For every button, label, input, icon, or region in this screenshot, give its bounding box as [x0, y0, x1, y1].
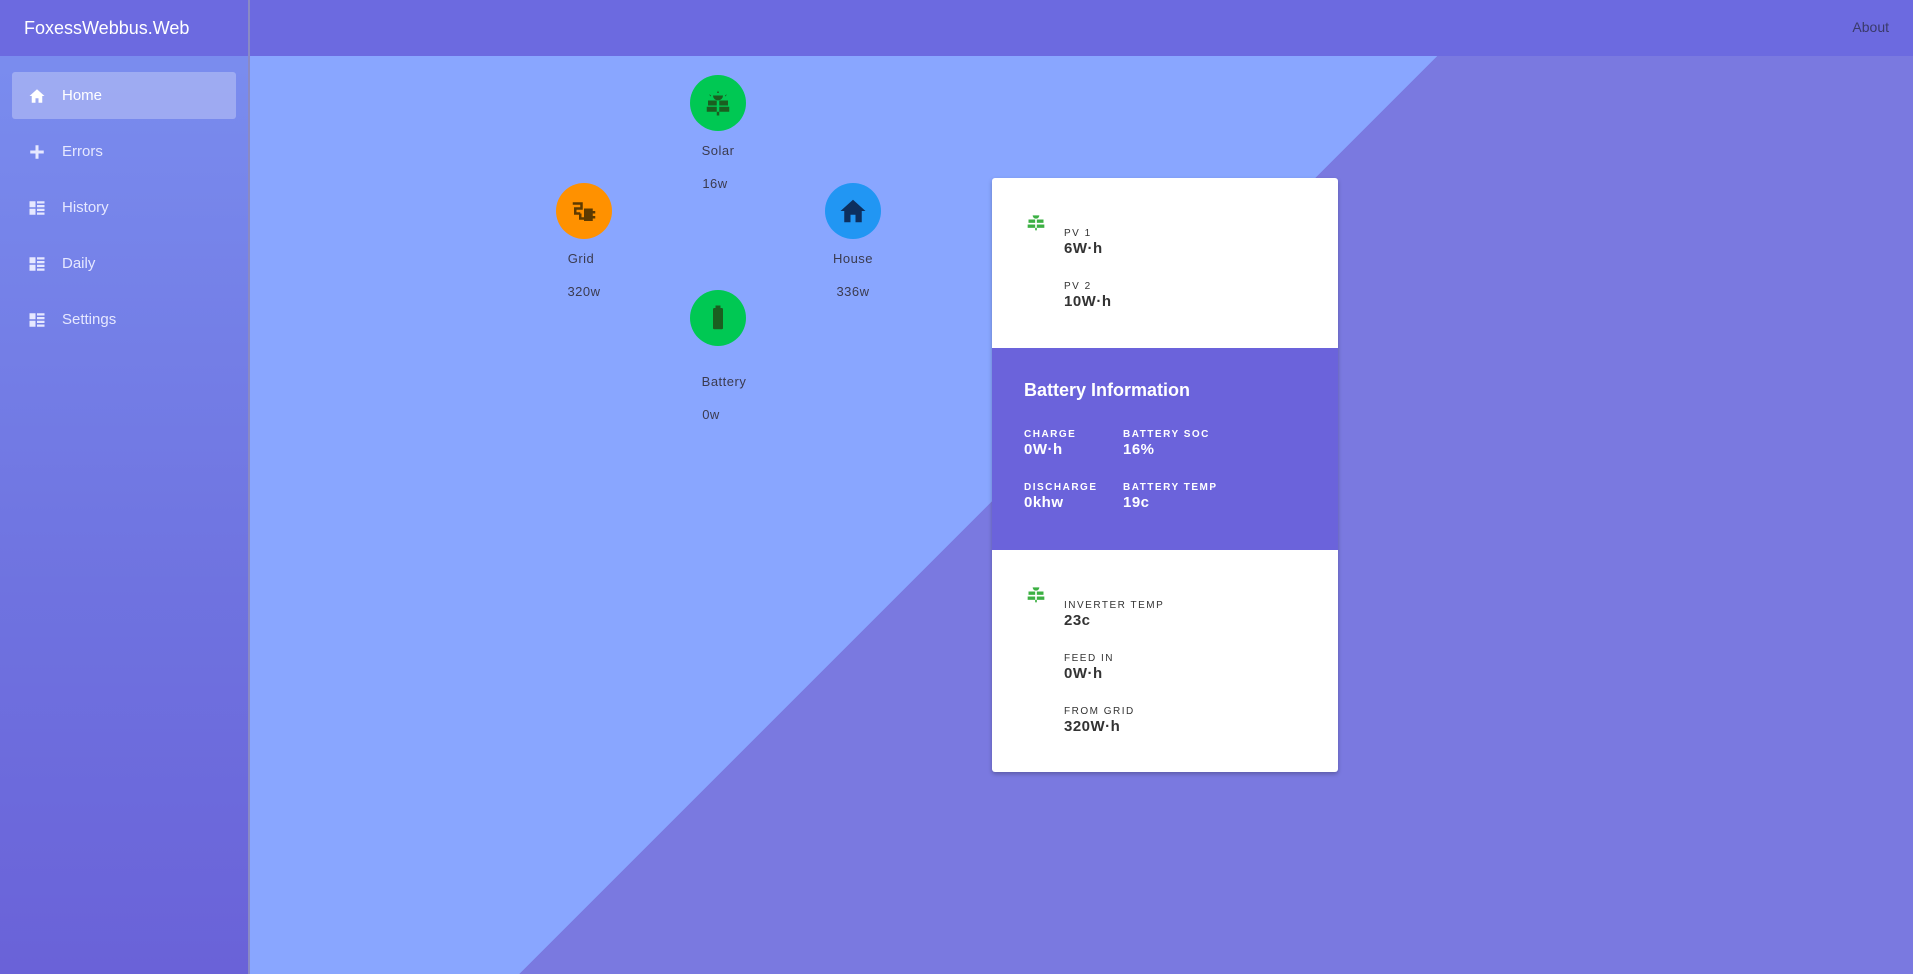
battery-soc-label: BATTERY SOC — [1123, 429, 1210, 440]
battery-temp-item: BATTERY TEMP 19c — [1123, 482, 1217, 511]
about-link[interactable]: About — [1852, 0, 1889, 54]
sidebar-item-label: Errors — [62, 143, 103, 160]
battery-soc-item: BATTERY SOC 16% — [1123, 429, 1210, 458]
battery-soc-value: 16% — [1123, 441, 1155, 458]
solar-icon[interactable] — [690, 75, 746, 131]
grid-label: Grid — [567, 251, 595, 266]
app-title[interactable]: FoxessWebbus.Web — [0, 0, 248, 56]
from-grid-item: FROM GRID 320W·h — [1064, 706, 1135, 735]
sidebar: FoxessWebbus.Web Home Errors History Dai… — [0, 0, 250, 974]
feed-in-label: FEED IN — [1064, 653, 1114, 664]
sidebar-item-label: History — [62, 199, 109, 216]
battery-value: 0w — [702, 407, 720, 422]
house-node: House 336w — [803, 183, 903, 299]
grid-node: Grid 320w — [534, 183, 634, 299]
battery-info-section: Battery Information CHARGE 0W·h BATTERY … — [992, 348, 1338, 550]
inverter-section: INVERTER TEMP 23c FEED IN 0W·h FROM GRID… — [992, 550, 1338, 772]
sidebar-item-settings[interactable]: Settings — [12, 296, 236, 343]
sidebar-nav: Home Errors History Daily Settings — [12, 72, 236, 352]
sidebar-item-label: Daily — [62, 255, 96, 272]
pv2-value: 10W·h — [1064, 293, 1112, 310]
discharge-value: 0khw — [1024, 494, 1064, 511]
top-bar: About — [250, 0, 1913, 56]
plug-icon[interactable] — [556, 183, 612, 239]
solar-node: Solar 16w — [668, 75, 768, 191]
discharge-label: DISCHARGE — [1024, 482, 1098, 493]
house-label: House — [832, 251, 874, 266]
home-icon — [26, 85, 48, 107]
house-value: 336w — [836, 284, 870, 299]
pv-section: PV 1 6W·h PV 2 10W·h — [992, 178, 1338, 348]
sidebar-item-label: Settings — [62, 311, 117, 328]
inverter-temp-item: INVERTER TEMP 23c — [1064, 600, 1164, 629]
battery-info-title: Battery Information — [1024, 380, 1191, 400]
sidebar-item-errors[interactable]: Errors — [12, 128, 236, 175]
pv1-label: PV 1 — [1064, 228, 1092, 239]
battery-temp-label: BATTERY TEMP — [1123, 482, 1218, 493]
charge-item: CHARGE 0W·h — [1024, 429, 1076, 458]
main-content: Solar 16w Grid 320w House 336w Battery 0… — [250, 56, 1913, 974]
discharge-item: DISCHARGE 0khw — [1024, 482, 1098, 511]
solar-panel-icon — [1026, 584, 1046, 604]
battery-node: Battery 0w — [668, 290, 768, 422]
solar-value: 16w — [702, 176, 728, 191]
sidebar-item-history[interactable]: History — [12, 184, 236, 231]
sidebar-item-label: Home — [62, 87, 103, 104]
feed-in-value: 0W·h — [1064, 665, 1103, 682]
from-grid-value: 320W·h — [1064, 718, 1121, 735]
info-card: PV 1 6W·h PV 2 10W·h Battery Information… — [992, 178, 1338, 772]
inverter-temp-value: 23c — [1064, 612, 1091, 629]
list-icon — [26, 197, 48, 219]
list-icon — [26, 253, 48, 275]
pv1-value: 6W·h — [1064, 240, 1103, 257]
battery-label: Battery — [701, 374, 747, 389]
sidebar-item-home[interactable]: Home — [12, 72, 236, 119]
plus-icon — [26, 141, 48, 163]
pv2-label: PV 2 — [1064, 281, 1092, 292]
inverter-temp-label: INVERTER TEMP — [1064, 600, 1165, 611]
list-icon — [26, 309, 48, 331]
pv2-item: PV 2 10W·h — [1064, 281, 1112, 310]
solar-label: Solar — [701, 143, 735, 158]
from-grid-label: FROM GRID — [1064, 706, 1135, 717]
solar-panel-icon — [1026, 212, 1046, 232]
house-icon[interactable] — [825, 183, 881, 239]
pv1-item: PV 1 6W·h — [1064, 228, 1103, 257]
battery-temp-value: 19c — [1123, 494, 1150, 511]
charge-value: 0W·h — [1024, 441, 1063, 458]
feed-in-item: FEED IN 0W·h — [1064, 653, 1114, 682]
battery-icon[interactable] — [690, 290, 746, 346]
charge-label: CHARGE — [1024, 429, 1077, 440]
sidebar-item-daily[interactable]: Daily — [12, 240, 236, 287]
grid-value: 320w — [567, 284, 601, 299]
